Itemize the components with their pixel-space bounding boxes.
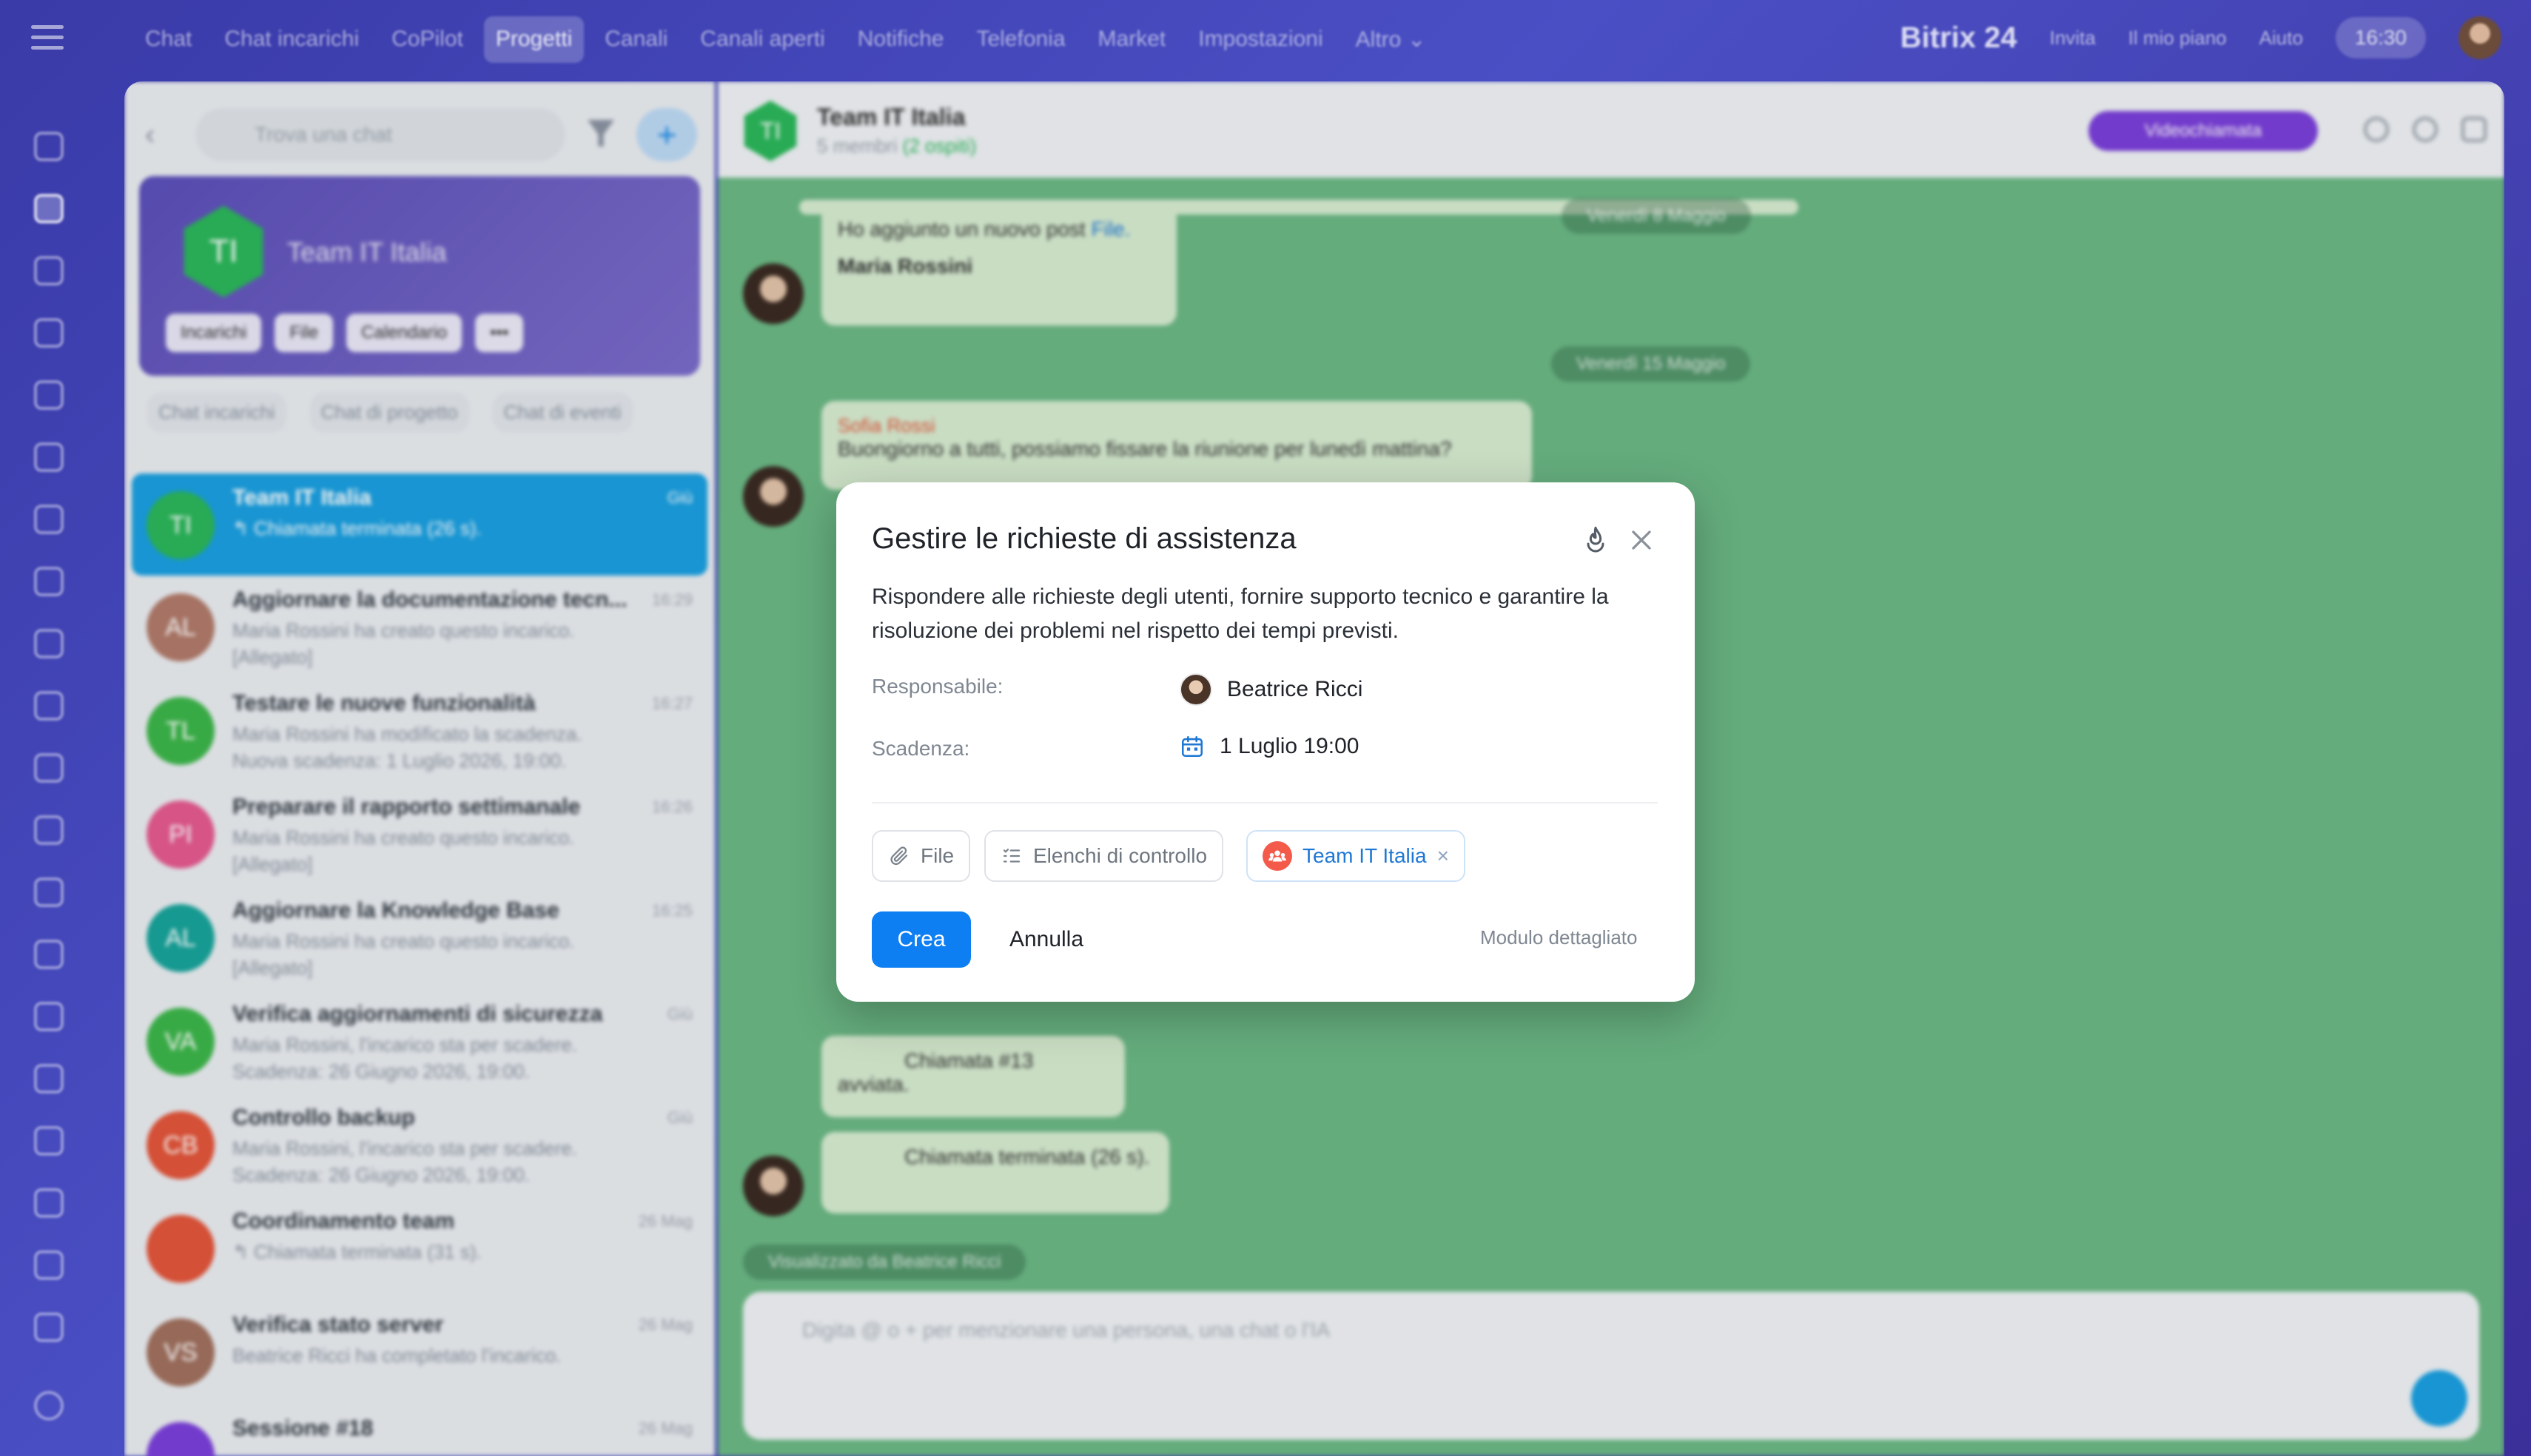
brand-logo[interactable]: Bitrix 24	[1900, 21, 2017, 55]
deadline-value: 1 Luglio 19:00	[1220, 734, 1359, 758]
assignee-avatar	[1180, 673, 1212, 706]
group-tag-chip[interactable]: Team IT Italia ×	[1246, 830, 1465, 882]
create-button[interactable]: Crea	[872, 911, 971, 968]
paperclip-icon	[890, 846, 908, 866]
nav-tab-copilot[interactable]: CoPilot	[380, 16, 475, 63]
invite-link[interactable]: Invita	[2050, 27, 2096, 50]
rail-settings-icon[interactable]	[34, 318, 64, 348]
rail-drive-icon[interactable]	[34, 691, 64, 721]
attach-file-chip[interactable]: File	[872, 830, 971, 882]
nav-tab-telefonia[interactable]: Telefonia	[964, 16, 1077, 63]
calendar-icon	[1181, 735, 1203, 758]
rail-home-icon[interactable]	[34, 132, 64, 161]
rail-cart-icon[interactable]	[34, 940, 64, 969]
attach-file-label: File	[921, 844, 955, 867]
remove-tag-icon[interactable]: ×	[1437, 844, 1449, 868]
deadline-label: Scadenza:	[872, 737, 970, 760]
help-link[interactable]: Aiuto	[2259, 27, 2303, 50]
nav-tab-notifiche[interactable]: Notifiche	[846, 16, 956, 63]
rail-crm-icon[interactable]	[34, 380, 64, 410]
main-nav-tabs: Chat Chat incarichi CoPilot Progetti Can…	[133, 16, 1438, 63]
nav-tab-chat-incarichi[interactable]: Chat incarichi	[212, 16, 371, 63]
group-icon	[1263, 841, 1292, 871]
dialog-description: Rispondere alle richieste degli utenti, …	[872, 584, 1609, 643]
rail-docs-icon[interactable]	[34, 442, 64, 472]
nav-tab-impostazioni[interactable]: Impostazioni	[1186, 16, 1334, 63]
group-tag-label: Team IT Italia	[1303, 844, 1427, 867]
rail-tasks-icon[interactable]	[34, 256, 64, 286]
nav-tab-altro[interactable]: Altro ⌄	[1344, 16, 1438, 63]
rail-mail-icon[interactable]	[34, 753, 64, 783]
checklist-chip[interactable]: Elenchi di controllo	[984, 830, 1224, 882]
checklist-label: Elenchi di controllo	[1033, 844, 1208, 867]
rail-store-icon[interactable]	[34, 1002, 64, 1031]
nav-tab-canali-aperti[interactable]: Canali aperti	[688, 16, 836, 63]
deadline-field[interactable]: 1 Luglio 19:00	[1180, 734, 1359, 759]
nav-tab-chat[interactable]: Chat	[133, 16, 204, 63]
assignee-field[interactable]: Beatrice Ricci	[1180, 673, 1362, 706]
rail-sign-icon[interactable]	[34, 815, 64, 845]
rail-file-icon[interactable]	[34, 629, 64, 658]
nav-tab-canali[interactable]: Canali	[593, 16, 679, 63]
menu-icon[interactable]	[31, 25, 64, 52]
rail-analytics-icon[interactable]	[34, 1250, 64, 1280]
top-navigation-bar: Chat Chat incarichi CoPilot Progetti Can…	[0, 0, 2531, 81]
divider	[872, 802, 1658, 803]
rail-book-icon[interactable]	[34, 1126, 64, 1156]
plan-link[interactable]: Il mio piano	[2128, 27, 2227, 50]
assignee-label: Responsabile:	[872, 675, 1004, 698]
flame-icon[interactable]	[1581, 525, 1610, 555]
detailed-form-link[interactable]: Modulo dettagliato	[1480, 926, 1637, 949]
rail-board-icon[interactable]	[34, 567, 64, 596]
left-icon-rail	[0, 81, 111, 1456]
checklist-icon	[1003, 849, 1021, 863]
clock-widget[interactable]: 16:30	[2335, 17, 2426, 58]
close-icon[interactable]	[1625, 524, 1658, 556]
rail-chat-icon[interactable]	[34, 194, 64, 223]
rail-gear-icon[interactable]	[34, 1391, 64, 1420]
dialog-title: Gestire le richieste di assistenza	[872, 522, 1297, 555]
cancel-button[interactable]: Annulla	[995, 911, 1098, 968]
user-avatar[interactable]	[2458, 16, 2501, 59]
nav-tab-market[interactable]: Market	[1086, 16, 1178, 63]
nav-tab-progetti[interactable]: Progetti	[483, 16, 585, 63]
rail-booking-icon[interactable]	[34, 1188, 64, 1218]
rail-funnel-icon[interactable]	[34, 877, 64, 907]
create-task-dialog: Gestire le richieste di assistenza Rispo…	[836, 482, 1695, 1002]
assignee-name: Beatrice Ricci	[1227, 677, 1363, 701]
rail-automation-icon[interactable]	[34, 1312, 64, 1342]
rail-calendar-icon[interactable]	[34, 505, 64, 534]
rail-site-icon[interactable]	[34, 1064, 64, 1093]
top-right-area: Bitrix 24 Invita Il mio piano Aiuto 16:3…	[1900, 16, 2501, 59]
